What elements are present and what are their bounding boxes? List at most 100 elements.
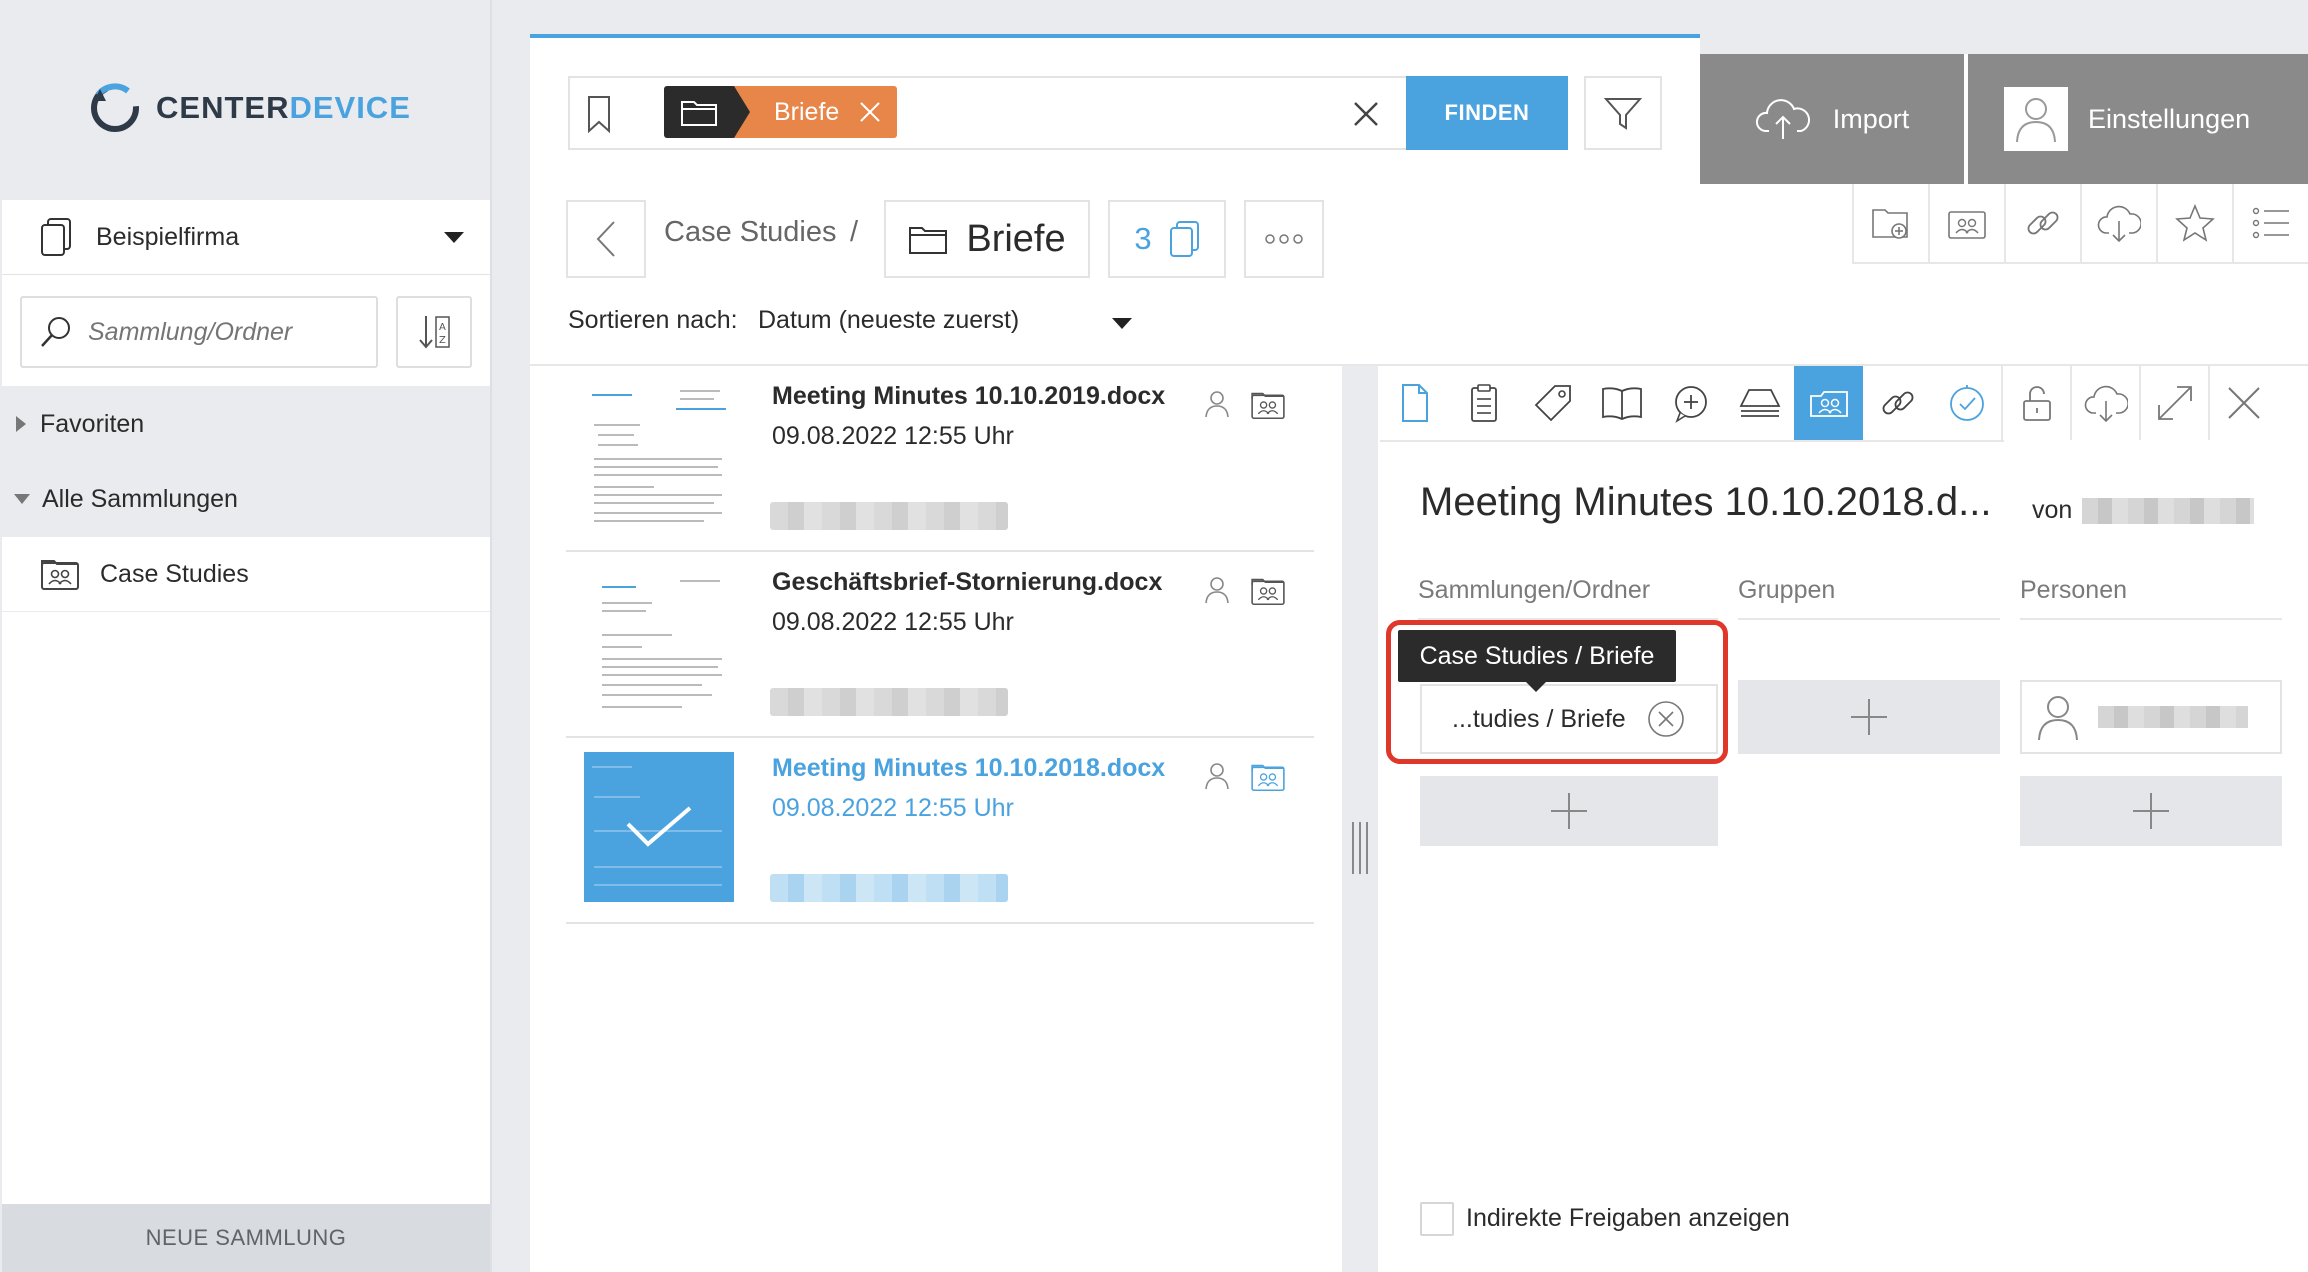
tab-links[interactable] xyxy=(1863,366,1932,440)
document-thumbnail xyxy=(584,566,734,716)
company-name: Beispielfirma xyxy=(96,222,240,251)
collection-share-icon xyxy=(1809,391,1848,417)
filter-button[interactable] xyxy=(1584,76,1662,150)
close-detail-button[interactable] xyxy=(2208,366,2277,440)
collection-icon[interactable] xyxy=(1250,390,1286,420)
add-group-button[interactable] xyxy=(1738,680,2000,754)
collapse-icon[interactable] xyxy=(14,494,30,504)
sidebar-item-all-collections[interactable]: Alle Sammlungen xyxy=(2,462,490,536)
tab-sharing[interactable] xyxy=(1794,366,1863,440)
tab-tags[interactable] xyxy=(1518,366,1587,440)
document-count: 3 xyxy=(1134,221,1152,256)
star-icon xyxy=(2175,203,2215,242)
bookmark-icon[interactable] xyxy=(586,94,612,134)
comment-add-icon xyxy=(1674,386,1707,423)
chevron-left-icon xyxy=(596,221,615,257)
folder-add-icon xyxy=(1872,209,1908,239)
close-icon xyxy=(2227,387,2260,419)
column-persons: Personen xyxy=(2020,576,2128,604)
download-button[interactable] xyxy=(2080,184,2156,264)
sidebar-item-case-studies[interactable]: Case Studies xyxy=(2,537,490,611)
highlight-box xyxy=(1386,620,1728,764)
clear-search-icon[interactable] xyxy=(1352,100,1380,128)
folder-toolbar xyxy=(1852,184,2308,264)
user-icon[interactable] xyxy=(1204,390,1230,418)
document-count-button[interactable]: 3 xyxy=(1108,200,1226,278)
documents-icon xyxy=(1169,221,1199,257)
breadcrumb-parent[interactable]: Case Studies xyxy=(664,216,837,249)
add-person-button[interactable] xyxy=(2020,776,2282,846)
indirect-shares-checkbox[interactable] xyxy=(1420,1202,1454,1236)
header-background xyxy=(1700,0,2308,54)
search-filter-chip[interactable]: Briefe xyxy=(664,86,898,138)
sidebar-item-label: Favoriten xyxy=(40,409,145,438)
add-collection-button[interactable] xyxy=(1420,776,1718,846)
sidebar-item-favorites[interactable]: Favoriten xyxy=(2,387,490,461)
back-button[interactable] xyxy=(566,200,646,278)
document-thumbnail-selected xyxy=(584,752,734,902)
assigned-person[interactable] xyxy=(2020,680,2282,754)
splitter-grip-icon[interactable] xyxy=(1352,822,1368,874)
link-icon xyxy=(2027,211,2059,235)
documents-icon xyxy=(41,218,71,256)
tab-document[interactable] xyxy=(1380,366,1449,440)
company-selector[interactable]: Beispielfirma xyxy=(2,200,490,274)
tab-reader[interactable] xyxy=(1587,366,1656,440)
collection-icon[interactable] xyxy=(1250,576,1286,606)
import-button[interactable]: Import xyxy=(1700,54,1964,184)
new-folder-button[interactable] xyxy=(1852,184,1928,264)
centerdevice-logo[interactable]: CENTERDEVICE xyxy=(88,80,411,136)
document-owner-redacted xyxy=(770,688,1008,716)
more-icon xyxy=(1265,234,1303,244)
document-title[interactable]: Meeting Minutes 10.10.2019.docx xyxy=(772,382,1165,411)
tab-download[interactable] xyxy=(2070,366,2139,440)
tab-versions[interactable] xyxy=(1725,366,1794,440)
document-row-selected[interactable]: Meeting Minutes 10.10.2018.docx 09.08.20… xyxy=(566,738,1314,924)
settings-button[interactable]: Einstellungen xyxy=(1968,54,2308,184)
tab-expand[interactable] xyxy=(2139,366,2208,440)
user-icon[interactable] xyxy=(1204,762,1230,790)
new-collection-button[interactable]: NEUE SAMMLUNG xyxy=(2,1204,490,1272)
import-label: Import xyxy=(1832,103,1910,134)
expand-icon[interactable] xyxy=(16,416,26,432)
tab-properties[interactable] xyxy=(1449,366,1518,440)
chevron-down-icon[interactable] xyxy=(1112,318,1132,329)
tab-unlock[interactable] xyxy=(2001,366,2070,440)
sort-select[interactable]: Datum (neueste zuerst) xyxy=(758,306,1019,335)
find-button[interactable]: FINDEN xyxy=(1406,76,1568,150)
folder-icon xyxy=(664,86,734,138)
collection-button[interactable] xyxy=(1928,184,2004,264)
detail-tabs xyxy=(1380,366,2308,440)
document-row[interactable]: Geschäftsbrief-Stornierung.docx 09.08.20… xyxy=(566,552,1314,738)
document-date: 09.08.2022 12:55 Uhr xyxy=(772,608,1014,636)
sort-az-icon: A Z xyxy=(419,316,450,349)
column-collections: Sammlungen/Ordner xyxy=(1418,576,1651,604)
chevron-down-icon[interactable] xyxy=(444,232,464,243)
document-title[interactable]: Meeting Minutes 10.10.2018.docx xyxy=(772,754,1165,783)
list-view-button[interactable] xyxy=(2232,184,2308,264)
plus-icon xyxy=(1551,793,1587,829)
sort-az-button[interactable]: A Z xyxy=(396,296,472,368)
more-options-button[interactable] xyxy=(1244,200,1324,278)
collection-search-field[interactable] xyxy=(20,296,378,368)
collection-search-input[interactable] xyxy=(88,317,348,347)
user-icon[interactable] xyxy=(1204,576,1230,604)
tab-tasks[interactable] xyxy=(1932,366,2001,440)
remove-chip-icon[interactable] xyxy=(859,101,881,123)
clipboard-icon xyxy=(1470,384,1497,422)
cloud-download-icon xyxy=(2084,385,2128,423)
favorite-button[interactable] xyxy=(2156,184,2232,264)
expand-icon xyxy=(2157,386,2192,420)
link-button[interactable] xyxy=(2004,184,2080,264)
current-folder[interactable]: Briefe xyxy=(884,200,1090,278)
collection-icon[interactable] xyxy=(1250,762,1286,792)
tab-comments[interactable] xyxy=(1656,366,1725,440)
document-title[interactable]: Geschäftsbrief-Stornierung.docx xyxy=(772,568,1162,597)
list-icon xyxy=(2252,207,2289,239)
detail-owner-label: von xyxy=(2032,496,2073,524)
document-row[interactable]: Meeting Minutes 10.10.2019.docx 09.08.20… xyxy=(566,366,1314,552)
indirect-shares-label: Indirekte Freigaben anzeigen xyxy=(1466,1204,1790,1232)
search-icon xyxy=(41,317,70,347)
panel-splitter[interactable] xyxy=(1342,366,1378,1272)
link-icon xyxy=(1882,391,1913,415)
